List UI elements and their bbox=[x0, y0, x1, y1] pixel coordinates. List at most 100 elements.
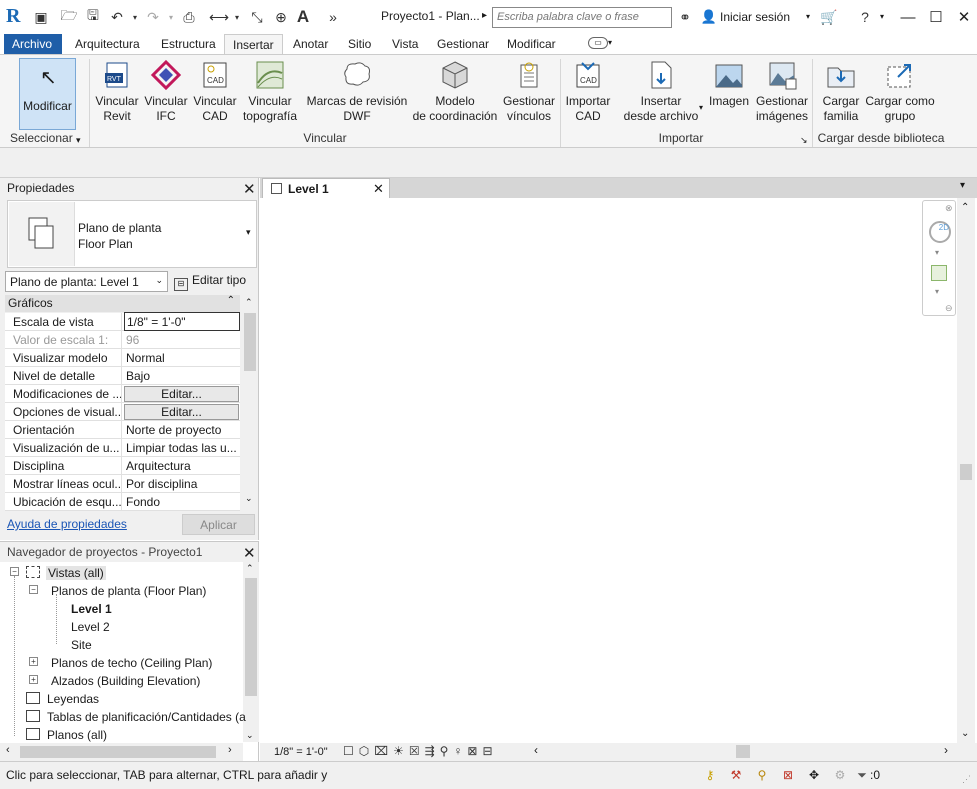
property-row[interactable]: Escala de vista 1/8" = 1'-0" bbox=[5, 312, 240, 331]
tab-archivo[interactable]: Archivo bbox=[4, 34, 62, 55]
property-value[interactable]: Fondo bbox=[124, 493, 240, 511]
coordination-model-button[interactable]: Modelo de coordinación bbox=[410, 59, 500, 124]
open-icon[interactable]: 🗁 bbox=[60, 7, 78, 26]
scroll-right-icon[interactable]: › bbox=[228, 744, 232, 756]
link-cad-button[interactable]: CAD Vincular CAD bbox=[190, 59, 240, 124]
binoculars-icon[interactable]: ⚭ bbox=[676, 8, 694, 26]
collapse-icon[interactable]: ⌃ bbox=[227, 295, 235, 306]
scroll-up-icon[interactable]: ⌃ bbox=[961, 202, 969, 213]
navbar-options-icon[interactable]: ⊖ bbox=[945, 303, 953, 314]
property-row[interactable]: Modificaciones de ... Editar... bbox=[5, 385, 240, 403]
help-icon[interactable]: ? bbox=[856, 8, 874, 26]
tree-node[interactable]: Alzados (Building Elevation) bbox=[51, 674, 200, 688]
dimension-icon[interactable]: ⤡ bbox=[248, 8, 266, 26]
scroll-up-icon[interactable]: ⌃ bbox=[245, 297, 253, 308]
property-value[interactable]: Norte de proyecto bbox=[124, 421, 240, 439]
property-value[interactable]: Bajo bbox=[124, 367, 240, 385]
tag-icon[interactable]: ⊕ bbox=[272, 8, 290, 26]
expand-node-icon[interactable]: + bbox=[29, 675, 38, 684]
image-button[interactable]: Imagen bbox=[707, 59, 751, 109]
property-row[interactable]: Nivel de detalle Bajo bbox=[5, 367, 240, 385]
scroll-down-icon[interactable]: ⌄ bbox=[961, 728, 969, 739]
select-pinned-icon[interactable]: ⚲ bbox=[754, 768, 770, 782]
property-value[interactable]: 1/8" = 1'-0" bbox=[124, 312, 240, 331]
insert-file-dropdown-icon[interactable]: ▾ bbox=[699, 103, 703, 112]
property-row[interactable]: Valor de escala 1: 96 bbox=[5, 331, 240, 349]
tree-node[interactable]: Tablas de planificación/Cantidades (a bbox=[47, 710, 246, 724]
cart-icon[interactable]: 🛒 bbox=[820, 8, 838, 26]
import-cad-button[interactable]: CAD Importar CAD bbox=[563, 59, 613, 124]
ribbon-toggle-icon[interactable]: ▭ bbox=[588, 37, 608, 49]
measure-icon[interactable]: ⟷ bbox=[209, 8, 229, 26]
zoom-dropdown-icon[interactable]: ▾ bbox=[935, 287, 939, 296]
link-revit-button[interactable]: RVT Vincular Revit bbox=[92, 59, 142, 124]
scroll-down-icon[interactable]: ⌄ bbox=[245, 493, 253, 504]
undo-icon[interactable]: ↶ bbox=[108, 8, 126, 26]
close-tab-icon[interactable]: ✕ bbox=[373, 181, 384, 197]
tree-node[interactable]: Site bbox=[71, 638, 92, 652]
search-input[interactable]: Escriba palabra clave o frase bbox=[492, 7, 672, 28]
dwf-markups-button[interactable]: Marcas de revisión DWF bbox=[305, 59, 409, 124]
tree-node[interactable]: Planos (all) bbox=[47, 728, 107, 742]
view-scale[interactable]: 1/8" = 1'-0" bbox=[274, 746, 328, 758]
steering-dropdown-icon[interactable]: ▾ bbox=[935, 248, 939, 257]
scroll-thumb[interactable] bbox=[20, 746, 216, 758]
tab-insertar[interactable]: Insertar bbox=[224, 34, 283, 55]
properties-help-link[interactable]: Ayuda de propiedades bbox=[7, 517, 127, 531]
tab-sitio[interactable]: Sitio bbox=[340, 34, 379, 55]
link-ifc-button[interactable]: Vincular IFC bbox=[141, 59, 191, 124]
scroll-thumb[interactable] bbox=[960, 464, 972, 480]
insert-from-file-button[interactable]: Insertar desde archivo bbox=[618, 59, 704, 124]
collapse-node-icon[interactable]: − bbox=[29, 585, 38, 594]
scroll-down-icon[interactable]: ⌄ bbox=[246, 730, 254, 741]
redo-icon[interactable]: ↷ bbox=[144, 8, 162, 26]
drawing-canvas[interactable] bbox=[260, 198, 957, 743]
close-window-icon[interactable]: ✕ bbox=[950, 6, 977, 28]
view-list-dropdown-icon[interactable]: ▾ bbox=[960, 180, 965, 191]
scroll-right-icon[interactable]: › bbox=[944, 743, 948, 757]
property-row[interactable]: Orientación Norte de proyecto bbox=[5, 421, 240, 439]
manage-links-button[interactable]: Gestionar vínculos bbox=[500, 59, 558, 124]
property-row[interactable]: Disciplina Arquitectura bbox=[5, 457, 240, 475]
tab-estructura[interactable]: Estructura bbox=[153, 34, 224, 55]
measure-dropdown-icon[interactable]: ▾ bbox=[228, 8, 246, 26]
type-dropdown-icon[interactable]: ▾ bbox=[246, 227, 251, 238]
manage-images-button[interactable]: Gestionar imágenes bbox=[753, 59, 811, 124]
title-expand-icon[interactable]: ▸ bbox=[482, 10, 487, 21]
scroll-up-icon[interactable]: ⌃ bbox=[246, 563, 254, 574]
home-icon[interactable]: ▣ bbox=[32, 8, 50, 26]
property-value[interactable]: Limpiar todas las u... bbox=[124, 439, 240, 457]
collapse-node-icon[interactable]: − bbox=[10, 567, 19, 576]
close-browser-icon[interactable]: ✕ bbox=[243, 544, 256, 562]
resize-grip-icon[interactable]: ⋰ bbox=[962, 774, 971, 785]
select-links-icon[interactable]: ⚷ bbox=[702, 768, 718, 782]
view-tab-level-1[interactable]: Level 1 ✕ bbox=[262, 178, 390, 198]
property-row[interactable]: Mostrar líneas ocul... Por disciplina bbox=[5, 475, 240, 493]
property-edit-button[interactable]: Editar... bbox=[124, 404, 239, 420]
property-value[interactable]: Por disciplina bbox=[124, 475, 240, 493]
save-icon[interactable]: 🖫 bbox=[84, 7, 102, 26]
scroll-thumb[interactable] bbox=[245, 578, 257, 696]
type-selector[interactable]: Plano de planta Floor Plan ▾ bbox=[7, 200, 257, 268]
property-row[interactable]: Visualizar modelo Normal bbox=[5, 349, 240, 367]
property-value[interactable]: Arquitectura bbox=[124, 457, 240, 475]
tree-node[interactable]: Planos de planta (Floor Plan) bbox=[51, 584, 206, 598]
load-as-group-button[interactable]: Cargar como grupo bbox=[864, 59, 936, 124]
apply-button[interactable]: Aplicar bbox=[182, 514, 255, 535]
more-tools-icon[interactable]: » bbox=[324, 8, 342, 26]
tree-node[interactable]: Level 1 bbox=[71, 602, 112, 616]
hscroll-thumb[interactable] bbox=[736, 745, 750, 758]
background-processes-icon[interactable]: ⚙ bbox=[832, 768, 848, 782]
scroll-thumb[interactable] bbox=[244, 313, 256, 371]
minimize-icon[interactable]: — bbox=[894, 6, 922, 28]
drag-elements-icon[interactable]: ✥ bbox=[806, 768, 822, 782]
close-properties-icon[interactable]: ✕ bbox=[243, 180, 256, 198]
select-dropdown-icon[interactable]: ▾ bbox=[76, 135, 81, 146]
view-control-icons[interactable]: ☐⬡⌧☀☒⇶⚲♀⊠⊟ bbox=[343, 744, 498, 758]
property-edit-button[interactable]: Editar... bbox=[124, 386, 239, 402]
ribbon-toggle-dropdown-icon[interactable]: ▾ bbox=[608, 38, 612, 47]
import-dialog-launcher-icon[interactable]: ↘ bbox=[800, 135, 808, 146]
tree-node[interactable]: Level 2 bbox=[71, 620, 110, 634]
section-graficos[interactable]: Gráficos ⌃ bbox=[5, 295, 240, 312]
close-navbar-icon[interactable]: ⊗ bbox=[945, 203, 953, 214]
